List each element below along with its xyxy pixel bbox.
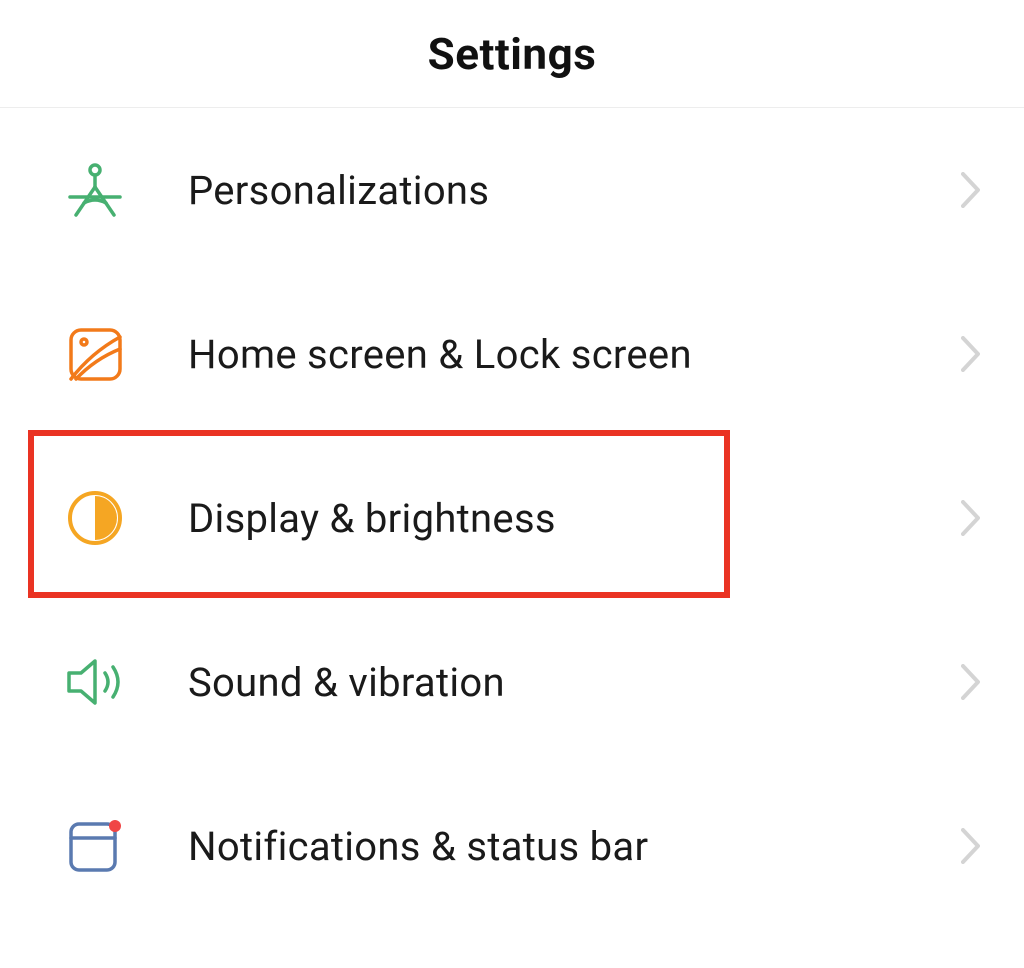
item-label: Home screen & Lock screen: [188, 331, 692, 378]
settings-list: Personalizations Home screen & Lock scre…: [0, 108, 1024, 928]
item-label: Notifications & status bar: [188, 823, 648, 870]
page-header: Settings: [0, 0, 1024, 108]
chevron-right-icon: [958, 333, 984, 375]
settings-item-sound-vibration[interactable]: Sound & vibration: [0, 600, 1024, 764]
notification-bar-icon: [64, 815, 126, 877]
chevron-right-icon: [958, 497, 984, 539]
wallpaper-icon: [64, 323, 126, 385]
page-title: Settings: [428, 28, 597, 80]
settings-item-home-lock[interactable]: Home screen & Lock screen: [0, 272, 1024, 436]
compass-icon: [64, 159, 126, 221]
item-label: Display & brightness: [188, 495, 556, 542]
speaker-icon: [64, 651, 126, 713]
item-label: Sound & vibration: [188, 659, 505, 706]
chevron-right-icon: [958, 661, 984, 703]
chevron-right-icon: [958, 825, 984, 867]
settings-item-notifications-status[interactable]: Notifications & status bar: [0, 764, 1024, 928]
settings-item-personalizations[interactable]: Personalizations: [0, 108, 1024, 272]
chevron-right-icon: [958, 169, 984, 211]
settings-item-display-brightness[interactable]: Display & brightness: [0, 436, 1024, 600]
brightness-icon: [64, 487, 126, 549]
item-label: Personalizations: [188, 167, 489, 214]
